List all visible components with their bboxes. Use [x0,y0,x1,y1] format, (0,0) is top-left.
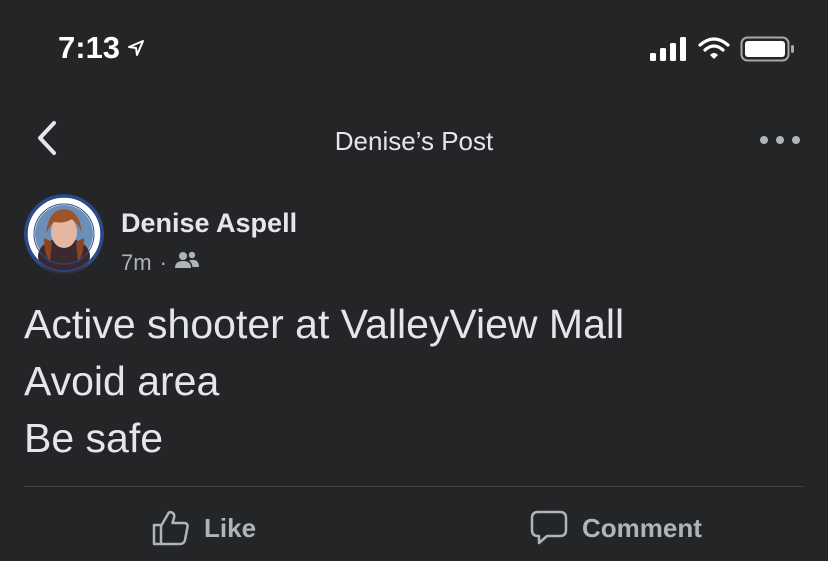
location-arrow-icon [126,30,146,66]
time-text: 7:13 [58,30,121,65]
wifi-icon [698,37,730,66]
friends-icon [174,250,199,276]
meta-separator: · [159,250,167,275]
more-horizontal-icon [760,136,768,144]
more-options-button[interactable] [760,130,800,150]
battery-icon [740,36,796,67]
cellular-signal-icon [650,37,688,66]
page-title: Denise’s Post [334,126,494,156]
comment-button[interactable]: Comment [530,505,702,551]
like-button[interactable]: Like [152,505,256,551]
post-text: Active shooter at ValleyView Mall Avoid … [24,296,804,467]
thumbs-up-icon [152,510,190,546]
divider [24,486,804,487]
post-author-name[interactable]: Denise Aspell [121,208,297,239]
post-text-line: Be safe [24,415,164,461]
comment-label: Comment [582,512,702,543]
comment-bubble-icon [530,510,568,546]
post-text-line: Avoid area [24,358,220,404]
post-meta: 7m · [121,250,199,276]
post-timestamp[interactable]: 7m [121,250,152,276]
avatar[interactable] [24,194,104,274]
like-label: Like [204,512,257,543]
status-bar-indicators [650,36,796,67]
status-bar-time: 7:13 [58,30,146,66]
post-text-line: Active shooter at ValleyView Mall [24,301,625,347]
